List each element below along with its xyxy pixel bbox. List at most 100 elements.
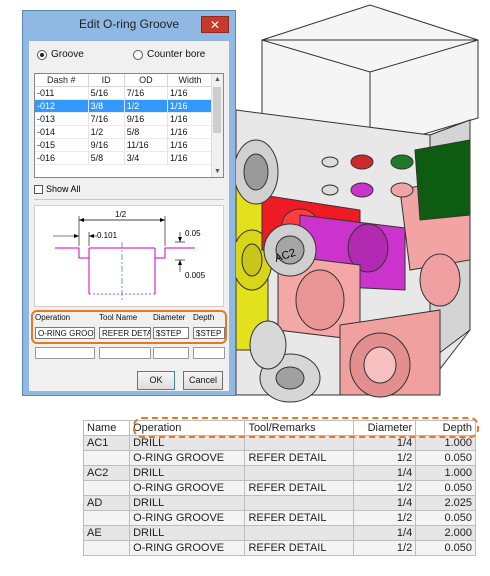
column-header-od[interactable]: OD — [124, 74, 168, 87]
cell-operation: DRILL — [129, 465, 246, 481]
grid-cell: 1/2 — [124, 99, 168, 113]
cell-operation: O-RING GROOVE — [129, 480, 246, 496]
cell-name — [82, 540, 131, 556]
grid-cell: 5/8 — [88, 151, 125, 165]
diameter-input-2[interactable] — [153, 347, 189, 359]
grid-cell: -014 — [35, 125, 89, 139]
table-row: AD DRILL 1/4 2.025 — [82, 495, 476, 511]
grid-cell: 5/16 — [88, 86, 125, 100]
diameter-input[interactable]: $STEP — [153, 327, 189, 339]
grid-row[interactable]: -011 5/16 7/16 1/16 — [35, 86, 214, 100]
grid-row[interactable]: -016 5/8 3/4 1/16 — [35, 151, 214, 165]
tool-name-input-2[interactable] — [99, 347, 151, 359]
dialog-client: Groove Counter bore Dash # ID OD Width -… — [29, 41, 229, 391]
groove-detail-sketch: 1/2 0.101 0.05 0.005 — [34, 205, 224, 307]
show-all-label: Show All — [46, 184, 81, 194]
cell-operation: O-RING GROOVE — [129, 540, 246, 556]
cell-name: AE — [82, 525, 131, 541]
cell-depth: 0.050 — [415, 540, 476, 556]
cell-tool: REFER DETAIL — [244, 540, 355, 556]
checkbox-unchecked-icon — [34, 184, 43, 194]
cell-tool: REFER DETAIL — [244, 480, 355, 496]
grid-cell: 3/8 — [88, 99, 125, 113]
cell-name — [82, 480, 131, 496]
edit-oring-groove-dialog: Edit O-ring Groove ✕ Groove Counter bore… — [22, 10, 236, 396]
grid-scrollbar[interactable]: ▲ ▼ — [211, 74, 223, 177]
grid-row[interactable]: -015 9/16 11/16 1/16 — [35, 138, 214, 152]
cell-depth: 0.050 — [415, 450, 476, 466]
cell-diameter: 1/2 — [353, 510, 417, 526]
groove-radio[interactable]: Groove — [37, 49, 84, 60]
divider — [34, 199, 224, 200]
counter-bore-radio-label: Counter bore — [147, 49, 206, 60]
table-row: O-RING GROOVE REFER DETAIL 1/2 0.050 — [82, 480, 476, 496]
depth-input[interactable]: $STEP — [193, 327, 225, 339]
cell-tool — [244, 495, 355, 511]
cell-name — [82, 510, 131, 526]
grid-cell: 11/16 — [124, 138, 168, 152]
table-row: O-RING GROOVE REFER DETAIL 1/2 0.050 — [82, 540, 476, 556]
close-button[interactable]: ✕ — [201, 16, 229, 33]
grid-cell: -016 — [35, 151, 89, 165]
column-header-id[interactable]: ID — [88, 74, 125, 87]
cell-diameter: 1/2 — [353, 450, 417, 466]
header-highlight-frame — [133, 417, 479, 438]
diameter-label: Diameter — [153, 313, 186, 322]
grid-cell: 9/16 — [124, 112, 168, 126]
grid-row-selected[interactable]: -012 3/8 1/2 1/16 — [35, 99, 214, 113]
cell-depth: 0.050 — [415, 510, 476, 526]
cell-operation: DRILL — [129, 525, 246, 541]
dim-top-label: 0.05 — [185, 229, 201, 238]
show-all-checkbox[interactable]: Show All — [34, 184, 81, 194]
column-header-width[interactable]: Width — [167, 74, 214, 87]
ok-button[interactable]: OK — [137, 371, 175, 390]
counter-bore-radio[interactable]: Counter bore — [133, 49, 205, 60]
cell-operation: O-RING GROOVE — [129, 510, 246, 526]
grid-cell: 1/16 — [167, 125, 214, 139]
dash-size-grid[interactable]: Dash # ID OD Width -011 5/16 7/16 1/16 -… — [34, 73, 224, 178]
grid-cell: -013 — [35, 112, 89, 126]
grid-cell: 5/8 — [124, 125, 168, 139]
scroll-up-icon[interactable]: ▲ — [212, 74, 223, 85]
groove-radio-label: Groove — [51, 49, 84, 60]
cell-operation: O-RING GROOVE — [129, 450, 246, 466]
grid-cell: 7/16 — [88, 112, 125, 126]
table-row: O-RING GROOVE REFER DETAIL 1/2 0.050 — [82, 510, 476, 526]
cell-operation: DRILL — [129, 495, 246, 511]
groove-profile-diagram: 1/2 0.101 0.05 0.005 — [53, 210, 206, 300]
cell-name — [82, 450, 131, 466]
scroll-down-icon[interactable]: ▼ — [212, 166, 223, 177]
grid-cell: -015 — [35, 138, 89, 152]
cell-depth: 0.050 — [415, 480, 476, 496]
table-row: AC2 DRILL 1/4 1.000 — [82, 465, 476, 481]
depth-input-2[interactable] — [193, 347, 225, 359]
column-header-dash[interactable]: Dash # — [35, 74, 89, 87]
depth-label: Depth — [193, 313, 215, 322]
cell-depth: 1.000 — [415, 465, 476, 481]
cell-depth: 2.025 — [415, 495, 476, 511]
hole-table: Name Operation Tool/Remarks Diameter Dep… — [82, 420, 476, 562]
cell-tool: REFER DETAIL — [244, 510, 355, 526]
hole-table-grid: Name Operation Tool/Remarks Diameter Dep… — [82, 420, 476, 556]
cancel-button[interactable]: Cancel — [183, 371, 223, 390]
cell-depth: 2.000 — [415, 525, 476, 541]
operation-input-2[interactable] — [35, 347, 95, 359]
grid-cell: 1/16 — [167, 112, 214, 126]
grid-cell: 1/16 — [167, 151, 214, 165]
scroll-thumb[interactable] — [213, 87, 221, 133]
grid-cell: -011 — [35, 86, 89, 100]
operation-input[interactable]: O-RING GROOVE — [35, 327, 95, 339]
tool-name-input[interactable]: REFER DETAIL — [99, 327, 151, 339]
grid-row[interactable]: -013 7/16 9/16 1/16 — [35, 112, 214, 126]
cell-diameter: 1/4 — [353, 525, 417, 541]
cell-name: AD — [82, 495, 131, 511]
grid-cell: 1/16 — [167, 99, 214, 113]
dialog-title-bar[interactable]: Edit O-ring Groove ✕ — [23, 11, 235, 39]
header-name: Name — [82, 420, 131, 436]
cell-name: AC2 — [82, 465, 131, 481]
grid-cell: 1/16 — [167, 86, 214, 100]
grid-row[interactable]: -014 1/2 5/8 1/16 — [35, 125, 214, 139]
cell-name: AC1 — [82, 435, 131, 451]
cell-diameter: 1/4 — [353, 465, 417, 481]
grid-cell: -012 — [35, 99, 89, 113]
